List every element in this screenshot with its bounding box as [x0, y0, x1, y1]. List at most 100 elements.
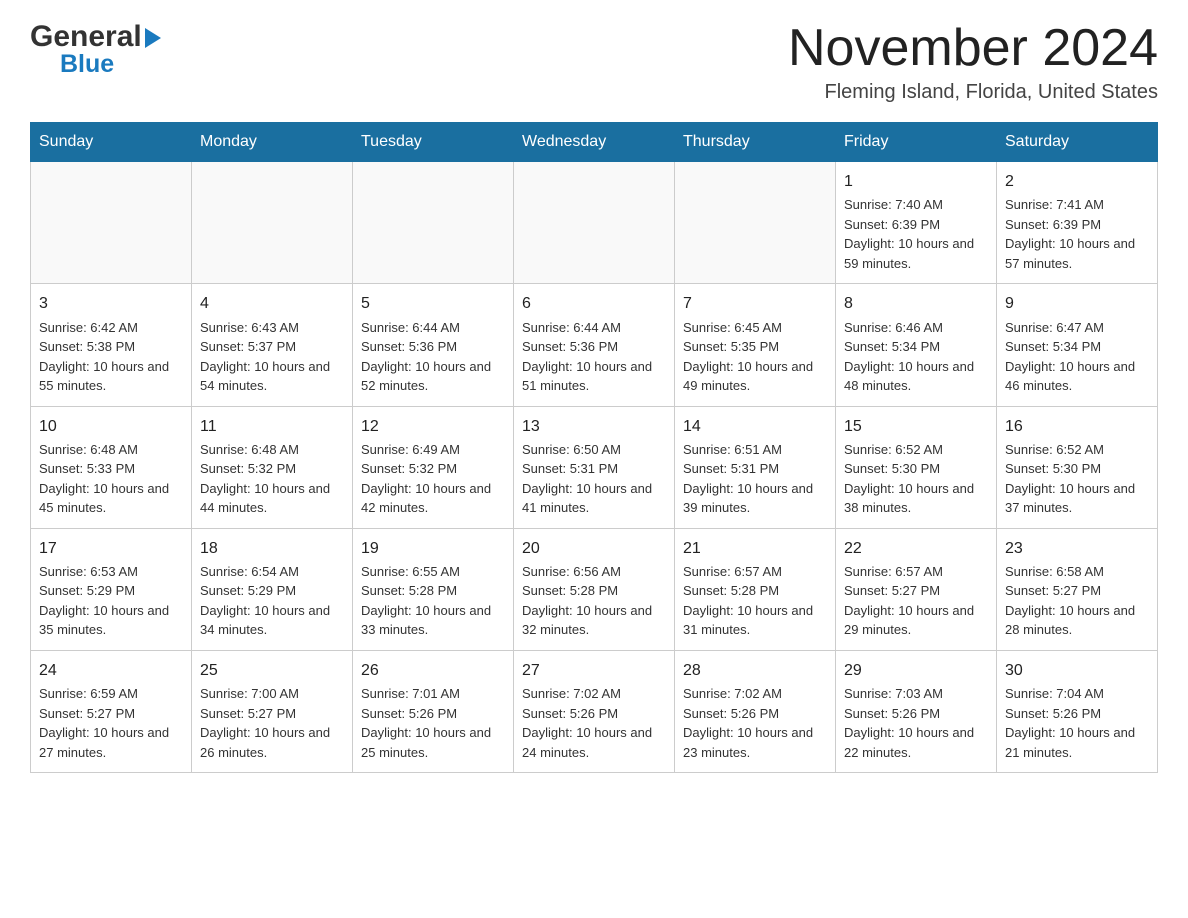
calendar-cell — [353, 162, 514, 284]
day-number: 6 — [522, 292, 666, 315]
day-info: Sunrise: 6:45 AM Sunset: 5:35 PM Dayligh… — [683, 318, 827, 396]
week-row-1: 1Sunrise: 7:40 AM Sunset: 6:39 PM Daylig… — [31, 162, 1158, 284]
calendar-table: SundayMondayTuesdayWednesdayThursdayFrid… — [30, 122, 1158, 773]
calendar-cell: 26Sunrise: 7:01 AM Sunset: 5:26 PM Dayli… — [353, 650, 514, 772]
calendar-cell: 14Sunrise: 6:51 AM Sunset: 5:31 PM Dayli… — [675, 406, 836, 528]
calendar-cell: 3 Sunrise: 6:42 AM Sunset: 5:38 PM Daylig… — [31, 284, 192, 406]
calendar-cell: 1Sunrise: 7:40 AM Sunset: 6:39 PM Daylig… — [836, 162, 997, 284]
calendar-cell: 20Sunrise: 6:56 AM Sunset: 5:28 PM Dayli… — [514, 528, 675, 650]
day-number: 29 — [844, 659, 988, 682]
week-row-4: 17Sunrise: 6:53 AM Sunset: 5:29 PM Dayli… — [31, 528, 1158, 650]
day-info: Sunrise: 6:44 AM Sunset: 5:36 PM Dayligh… — [361, 318, 505, 396]
day-info: Sunrise: 6:59 AM Sunset: 5:27 PM Dayligh… — [39, 684, 183, 762]
day-number: 17 — [39, 537, 183, 560]
calendar-cell: 8 Sunrise: 6:46 AM Sunset: 5:34 PM Daylig… — [836, 284, 997, 406]
header-thursday: Thursday — [675, 123, 836, 162]
day-number: 21 — [683, 537, 827, 560]
day-number: 27 — [522, 659, 666, 682]
day-info: Sunrise: 6:58 AM Sunset: 5:27 PM Dayligh… — [1005, 562, 1149, 640]
calendar-cell: 22Sunrise: 6:57 AM Sunset: 5:27 PM Dayli… — [836, 528, 997, 650]
calendar-cell: 25Sunrise: 7:00 AM Sunset: 5:27 PM Dayli… — [192, 650, 353, 772]
day-number: 19 — [361, 537, 505, 560]
day-number: 18 — [200, 537, 344, 560]
day-number: 23 — [1005, 537, 1149, 560]
day-info: Sunrise: 6:52 AM Sunset: 5:30 PM Dayligh… — [844, 440, 988, 518]
calendar-cell: 5 Sunrise: 6:44 AM Sunset: 5:36 PM Daylig… — [353, 284, 514, 406]
day-number: 14 — [683, 415, 827, 438]
day-number: 8 — [844, 292, 988, 315]
day-info: Sunrise: 6:51 AM Sunset: 5:31 PM Dayligh… — [683, 440, 827, 518]
day-info: Sunrise: 6:50 AM Sunset: 5:31 PM Dayligh… — [522, 440, 666, 518]
calendar-cell: 15Sunrise: 6:52 AM Sunset: 5:30 PM Dayli… — [836, 406, 997, 528]
day-info: Sunrise: 6:48 AM Sunset: 5:32 PM Dayligh… — [200, 440, 344, 518]
day-info: Sunrise: 6:47 AM Sunset: 5:34 PM Dayligh… — [1005, 318, 1149, 396]
day-info: Sunrise: 6:54 AM Sunset: 5:29 PM Dayligh… — [200, 562, 344, 640]
day-info: Sunrise: 7:41 AM Sunset: 6:39 PM Dayligh… — [1005, 195, 1149, 273]
day-info: Sunrise: 6:46 AM Sunset: 5:34 PM Dayligh… — [844, 318, 988, 396]
days-of-week-row: SundayMondayTuesdayWednesdayThursdayFrid… — [31, 123, 1158, 162]
title-section: November 2024 Fleming Island, Florida, U… — [788, 20, 1158, 104]
calendar-cell — [192, 162, 353, 284]
header-monday: Monday — [192, 123, 353, 162]
calendar-cell — [31, 162, 192, 284]
day-number: 15 — [844, 415, 988, 438]
logo-arrow-icon — [145, 28, 161, 48]
day-info: Sunrise: 7:02 AM Sunset: 5:26 PM Dayligh… — [522, 684, 666, 762]
header-sunday: Sunday — [31, 123, 192, 162]
calendar-cell: 9Sunrise: 6:47 AM Sunset: 5:34 PM Daylig… — [997, 284, 1158, 406]
location-subtitle: Fleming Island, Florida, United States — [788, 81, 1158, 104]
day-number: 2 — [1005, 170, 1149, 193]
calendar-cell: 4 Sunrise: 6:43 AM Sunset: 5:37 PM Daylig… — [192, 284, 353, 406]
day-number: 30 — [1005, 659, 1149, 682]
day-info: Sunrise: 6:52 AM Sunset: 5:30 PM Dayligh… — [1005, 440, 1149, 518]
day-number: 10 — [39, 415, 183, 438]
day-number: 13 — [522, 415, 666, 438]
day-number: 16 — [1005, 415, 1149, 438]
calendar-cell: 27Sunrise: 7:02 AM Sunset: 5:26 PM Dayli… — [514, 650, 675, 772]
calendar-cell: 13Sunrise: 6:50 AM Sunset: 5:31 PM Dayli… — [514, 406, 675, 528]
day-number: 22 — [844, 537, 988, 560]
calendar-cell: 19Sunrise: 6:55 AM Sunset: 5:28 PM Dayli… — [353, 528, 514, 650]
header-saturday: Saturday — [997, 123, 1158, 162]
calendar-cell: 6 Sunrise: 6:44 AM Sunset: 5:36 PM Daylig… — [514, 284, 675, 406]
day-number: 5 — [361, 292, 505, 315]
day-info: Sunrise: 6:43 AM Sunset: 5:37 PM Dayligh… — [200, 318, 344, 396]
day-number: 20 — [522, 537, 666, 560]
day-info: Sunrise: 7:02 AM Sunset: 5:26 PM Dayligh… — [683, 684, 827, 762]
day-info: Sunrise: 6:44 AM Sunset: 5:36 PM Dayligh… — [522, 318, 666, 396]
day-info: Sunrise: 6:55 AM Sunset: 5:28 PM Dayligh… — [361, 562, 505, 640]
header-tuesday: Tuesday — [353, 123, 514, 162]
day-number: 4 — [200, 292, 344, 315]
day-number: 3 — [39, 292, 183, 315]
calendar-cell: 2Sunrise: 7:41 AM Sunset: 6:39 PM Daylig… — [997, 162, 1158, 284]
calendar-cell: 24Sunrise: 6:59 AM Sunset: 5:27 PM Dayli… — [31, 650, 192, 772]
day-info: Sunrise: 6:56 AM Sunset: 5:28 PM Dayligh… — [522, 562, 666, 640]
calendar-cell: 23Sunrise: 6:58 AM Sunset: 5:27 PM Dayli… — [997, 528, 1158, 650]
day-info: Sunrise: 6:57 AM Sunset: 5:28 PM Dayligh… — [683, 562, 827, 640]
day-info: Sunrise: 6:57 AM Sunset: 5:27 PM Dayligh… — [844, 562, 988, 640]
calendar-cell: 11Sunrise: 6:48 AM Sunset: 5:32 PM Dayli… — [192, 406, 353, 528]
day-number: 26 — [361, 659, 505, 682]
calendar-cell: 7Sunrise: 6:45 AM Sunset: 5:35 PM Daylig… — [675, 284, 836, 406]
calendar-cell: 12Sunrise: 6:49 AM Sunset: 5:32 PM Dayli… — [353, 406, 514, 528]
month-year-title: November 2024 — [788, 20, 1158, 77]
day-number: 24 — [39, 659, 183, 682]
day-info: Sunrise: 7:01 AM Sunset: 5:26 PM Dayligh… — [361, 684, 505, 762]
day-info: Sunrise: 7:04 AM Sunset: 5:26 PM Dayligh… — [1005, 684, 1149, 762]
calendar-cell: 21Sunrise: 6:57 AM Sunset: 5:28 PM Dayli… — [675, 528, 836, 650]
header-friday: Friday — [836, 123, 997, 162]
week-row-3: 10Sunrise: 6:48 AM Sunset: 5:33 PM Dayli… — [31, 406, 1158, 528]
calendar-cell: 28Sunrise: 7:02 AM Sunset: 5:26 PM Dayli… — [675, 650, 836, 772]
day-number: 25 — [200, 659, 344, 682]
calendar-header: SundayMondayTuesdayWednesdayThursdayFrid… — [31, 123, 1158, 162]
day-info: Sunrise: 7:40 AM Sunset: 6:39 PM Dayligh… — [844, 195, 988, 273]
calendar-cell — [675, 162, 836, 284]
calendar-cell: 18Sunrise: 6:54 AM Sunset: 5:29 PM Dayli… — [192, 528, 353, 650]
calendar-cell: 30Sunrise: 7:04 AM Sunset: 5:26 PM Dayli… — [997, 650, 1158, 772]
day-info: Sunrise: 6:53 AM Sunset: 5:29 PM Dayligh… — [39, 562, 183, 640]
day-number: 12 — [361, 415, 505, 438]
calendar-body: 1Sunrise: 7:40 AM Sunset: 6:39 PM Daylig… — [31, 162, 1158, 773]
calendar-cell: 17Sunrise: 6:53 AM Sunset: 5:29 PM Dayli… — [31, 528, 192, 650]
day-info: Sunrise: 6:42 AM Sunset: 5:38 PM Dayligh… — [39, 318, 183, 396]
day-number: 11 — [200, 415, 344, 438]
